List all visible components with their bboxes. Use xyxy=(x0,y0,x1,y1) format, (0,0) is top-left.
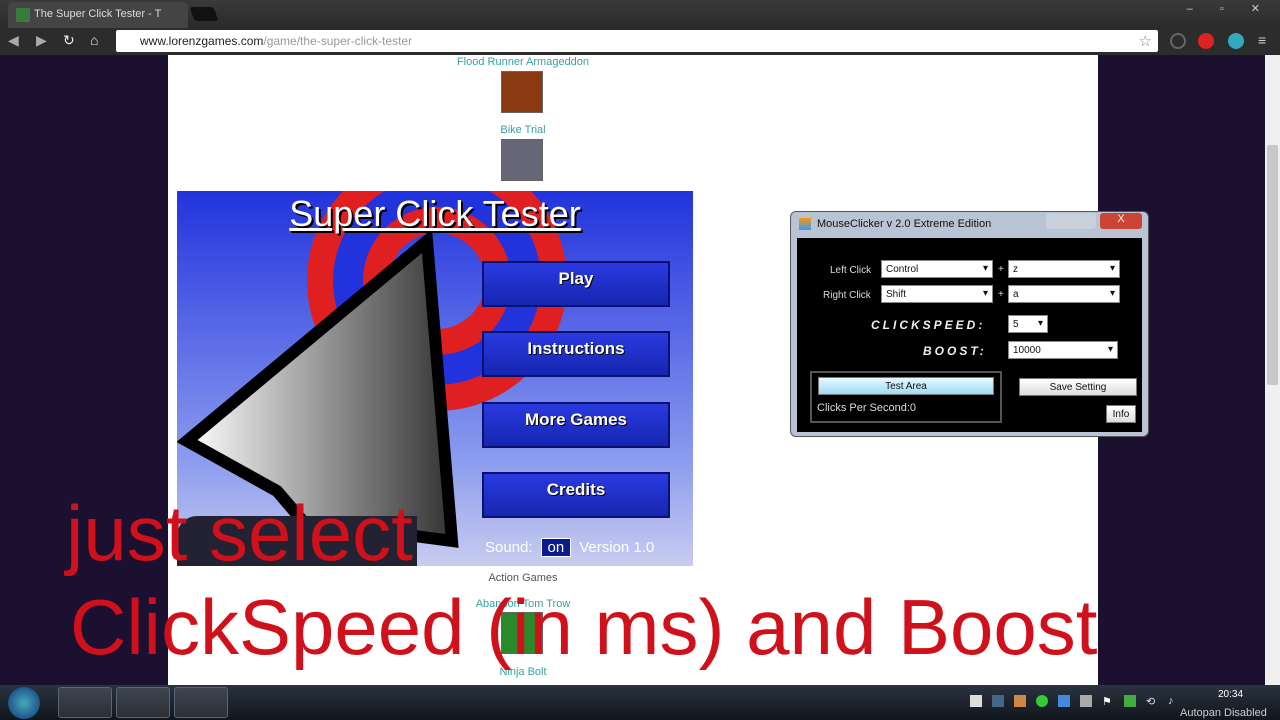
explorer-taskbar-icon[interactable] xyxy=(116,687,170,718)
tray-icon[interactable] xyxy=(1014,695,1026,707)
back-icon[interactable]: ◀ xyxy=(8,32,19,49)
game-link[interactable]: Flood Runner Armageddon xyxy=(423,56,623,68)
clicks-per-second: Clicks Per Second:0 xyxy=(817,402,917,414)
window-title: MouseClicker v 2.0 Extreme Edition xyxy=(817,218,992,230)
url-path: /game/the-super-click-tester xyxy=(263,34,413,48)
sound-control: Sound: on Version 1.0 xyxy=(485,538,654,557)
info-button[interactable]: Info xyxy=(1106,405,1136,423)
sound-toggle[interactable]: on xyxy=(540,538,572,557)
plus-label: + xyxy=(998,289,1004,300)
chrome-taskbar-icon[interactable] xyxy=(58,687,112,718)
window-titlebar[interactable]: MouseClicker v 2.0 Extreme Edition X xyxy=(791,212,1148,236)
version-label: Version 1.0 xyxy=(579,539,655,556)
bookmark-star-icon[interactable]: ☆ xyxy=(1139,32,1152,50)
window-body: Left Click Control + z Right Click Shift… xyxy=(797,238,1142,432)
boost-select[interactable]: 10000 xyxy=(1008,341,1118,359)
instructions-button[interactable]: Instructions xyxy=(482,331,670,377)
credits-button[interactable]: Credits xyxy=(482,472,670,518)
sync-icon[interactable]: ⟲ xyxy=(1146,695,1158,708)
status-text: Autopan Disabled xyxy=(1180,707,1267,719)
game-thumbnail[interactable] xyxy=(501,71,543,113)
forward-icon[interactable]: ▶ xyxy=(36,32,47,49)
minimize-maximize-buttons[interactable] xyxy=(1046,213,1096,229)
flag-icon[interactable]: ⚑ xyxy=(1102,695,1114,708)
extension-icon[interactable] xyxy=(1228,33,1244,49)
more-games-button[interactable]: More Games xyxy=(482,402,670,448)
url-domain: www.lorenzgames.com xyxy=(140,34,264,48)
tab-bar: The Super Click Tester - T – ▫ ✕ xyxy=(0,0,1280,28)
left-modifier-select[interactable]: Control xyxy=(881,260,993,278)
volume-icon[interactable]: ♪ xyxy=(1168,695,1180,707)
browser-toolbar: ◀ ▶ ↻ ⌂ www.lorenzgames.com/game/the-sup… xyxy=(0,28,1280,55)
scrollbar[interactable] xyxy=(1265,55,1280,685)
mouseclicker-window: MouseClicker v 2.0 Extreme Edition X Left… xyxy=(790,211,1149,437)
tray-icon[interactable] xyxy=(1080,695,1092,707)
save-setting-button[interactable]: Save Setting xyxy=(1019,378,1137,396)
tray-icon[interactable] xyxy=(1058,695,1070,707)
clickspeed-value: 5 xyxy=(1013,319,1019,330)
extension-icon[interactable] xyxy=(1198,33,1214,49)
game-link[interactable]: Bike Trial xyxy=(423,124,623,136)
boost-label: BOOST: xyxy=(923,344,987,358)
app-taskbar-icon[interactable] xyxy=(174,687,228,718)
app-icon xyxy=(799,218,811,230)
left-key-select[interactable]: z xyxy=(1008,260,1120,278)
left-click-label: Left Click xyxy=(830,265,872,276)
game-thumbnail[interactable] xyxy=(501,139,543,181)
tray-icon[interactable] xyxy=(970,695,982,707)
clickspeed-stepper[interactable]: 5 xyxy=(1008,315,1048,333)
test-area-panel: Test Area Clicks Per Second:0 xyxy=(810,371,1002,423)
address-bar[interactable]: www.lorenzgames.com/game/the-super-click… xyxy=(116,30,1158,52)
taskbar: ⚑ ⟲ ♪ 20:34 Autopan Disabled xyxy=(0,685,1280,720)
scrollbar-thumb[interactable] xyxy=(1267,145,1278,385)
window-controls[interactable]: – ▫ ✕ xyxy=(1187,2,1272,15)
caption-line-1: just select xyxy=(66,489,413,577)
right-modifier-select[interactable]: Shift xyxy=(881,285,993,303)
new-tab-button[interactable] xyxy=(189,7,219,21)
tray-icon[interactable] xyxy=(1036,695,1048,707)
test-area-button[interactable]: Test Area xyxy=(818,377,994,395)
extension-icon[interactable] xyxy=(1170,33,1186,49)
clickspeed-label: CLICKSPEED: xyxy=(871,318,986,332)
network-icon[interactable] xyxy=(1124,695,1136,707)
caption-line-2: ClickSpeed (in ms) and Boost xyxy=(70,583,1098,671)
game-title: Super Click Tester xyxy=(289,193,581,234)
home-icon[interactable]: ⌂ xyxy=(90,32,98,48)
plus-label: + xyxy=(998,264,1004,275)
menu-icon[interactable]: ≡ xyxy=(1258,32,1266,48)
tray-icon[interactable] xyxy=(992,695,1004,707)
right-key-select[interactable]: a xyxy=(1008,285,1120,303)
right-click-label: Right Click xyxy=(823,290,871,301)
tab-title: The Super Click Tester - T xyxy=(34,8,162,20)
play-button[interactable]: Play xyxy=(482,261,670,307)
sound-label: Sound: xyxy=(485,539,533,556)
clock[interactable]: 20:34 xyxy=(1218,689,1243,700)
start-button[interactable] xyxy=(8,687,40,719)
favicon-icon xyxy=(16,8,30,22)
reload-icon[interactable]: ↻ xyxy=(63,32,75,49)
close-button[interactable]: X xyxy=(1100,213,1142,229)
browser-tab[interactable]: The Super Click Tester - T xyxy=(8,2,188,28)
